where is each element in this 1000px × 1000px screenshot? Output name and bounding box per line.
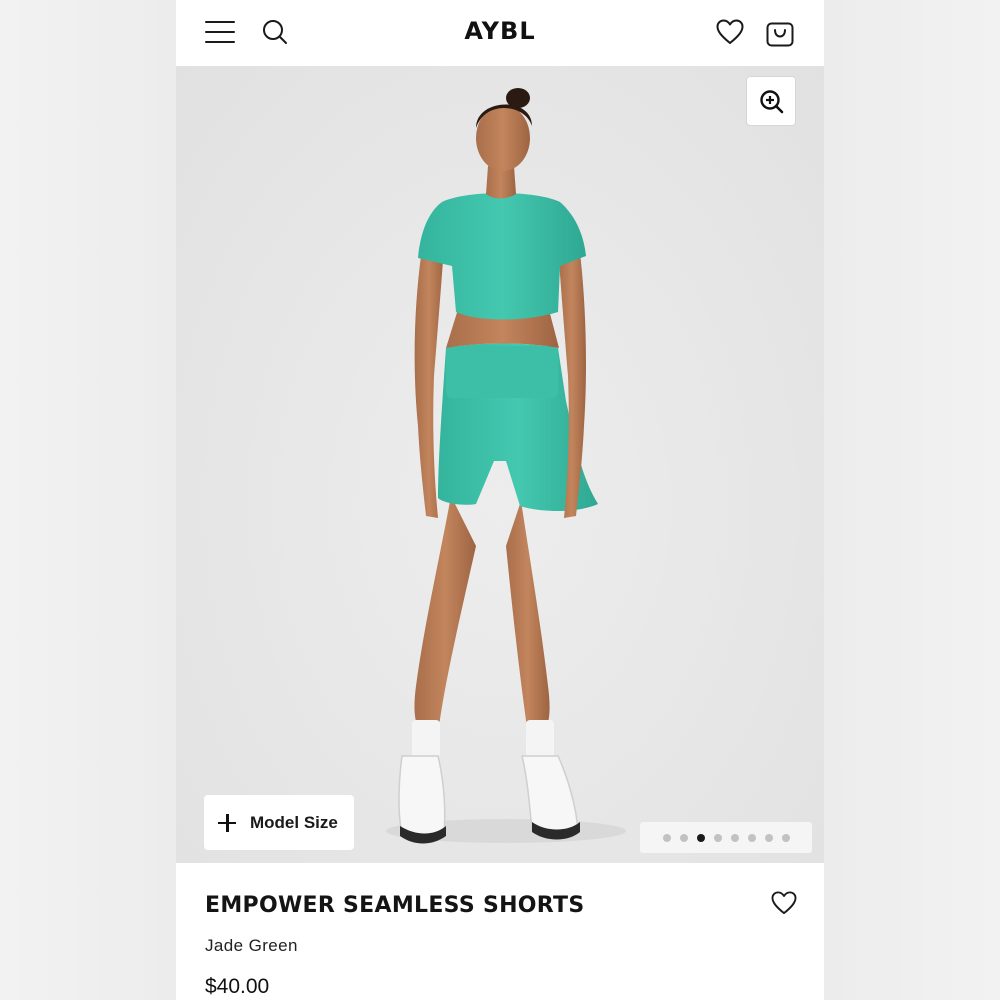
page-background-right	[824, 0, 1000, 1000]
zoom-button[interactable]	[746, 76, 796, 126]
gallery-dot[interactable]	[713, 833, 722, 842]
top-nav-bar: AYBL	[176, 0, 824, 66]
product-price: $40.00	[205, 975, 270, 998]
product-color: Jade Green	[205, 936, 298, 955]
gallery-dot[interactable]	[679, 833, 688, 842]
zoom-in-icon	[760, 90, 784, 114]
wishlist-icon[interactable]	[716, 19, 744, 45]
product-info: EMPOWER SEAMLESS SHORTS Jade Green $40.0…	[176, 863, 824, 1000]
product-photo	[386, 88, 626, 844]
gallery-dot[interactable]	[662, 833, 671, 842]
gallery-dot-active[interactable]	[696, 833, 705, 842]
gallery-pagination	[640, 822, 812, 853]
gallery-dot[interactable]	[730, 833, 739, 842]
gallery-dot[interactable]	[747, 833, 756, 842]
product-page: AYBL Model Size EMPOWER SEAMLESS SHORTS …	[176, 0, 824, 1000]
page-background-left	[0, 0, 176, 1000]
product-title: EMPOWER SEAMLESS SHORTS	[205, 893, 585, 918]
add-to-wishlist-heart-icon[interactable]	[771, 891, 797, 915]
gallery-dot[interactable]	[764, 833, 773, 842]
gallery-dot[interactable]	[781, 833, 790, 842]
plus-icon	[218, 813, 236, 832]
bag-icon[interactable]	[766, 17, 794, 47]
model-size-button[interactable]: Model Size	[204, 795, 354, 850]
product-image-gallery[interactable]: Model Size	[176, 66, 824, 863]
model-size-label: Model Size	[250, 812, 338, 832]
